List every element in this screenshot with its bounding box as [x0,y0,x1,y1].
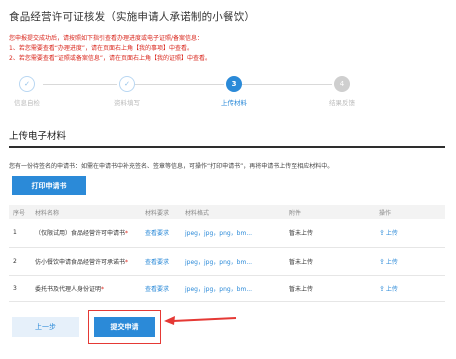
view-requirement-link[interactable]: 查看要求 [145,259,169,266]
upload-icon: ⇪ [379,229,385,238]
step-3-label: 上传材料 [221,99,247,107]
table-header-row: 序号 材料名称 材料要求 材料格式 附件 操作 [9,205,445,219]
header-index: 序号 [9,205,31,219]
upload-button[interactable]: ⇪上传 [379,229,398,238]
table-row: 3 委托书及代理人身份证明* 查看要求 jpeg，jpg，png，bm... 暂… [9,275,445,302]
page-title: 食品经营许可证核发（实施申请人承诺制的小餐饮） [9,11,256,23]
step-2-check-icon: ✓ [119,76,135,92]
required-marker: * [125,258,129,266]
material-name-text: （仅限试用）食品经营许可申请书 [35,230,126,238]
progress-steps: ✓ 信息自检 ✓ 资料填写 3 上传材料 4 结果反馈 [0,76,456,112]
annotation-arrow-icon [164,316,237,325]
material-name-text: 仿小餐饮申请食品经营许可承诺书 [35,258,126,266]
section-divider [9,146,445,148]
notice-line-3: 2、若您需要查看“证照或备案信息”，请在页面右上角【我的证照】中查看。 [9,55,212,62]
header-format: 材料格式 [181,205,285,219]
required-marker: * [125,230,129,238]
print-application-button[interactable]: 打印申请书 [12,176,86,195]
row-index: 3 [9,275,31,302]
row-material-name: （仅限试用）食品经营许可申请书* [31,219,141,248]
materials-table: 序号 材料名称 材料要求 材料格式 附件 操作 1 （仅限试用）食品经营许可申请… [9,205,445,302]
table-row: 1 （仅限试用）食品经营许可申请书* 查看要求 jpeg，jpg，png，bm.… [9,219,445,248]
view-requirement-link[interactable]: 查看要求 [145,286,169,293]
previous-step-button[interactable]: 上一步 [12,317,79,337]
format-list: jpeg，jpg，png，bm... [185,285,253,293]
notice-line-1: 您申报提交成功后，请按照如下指引查看办理进度或电子证照/备案信息： [9,35,204,42]
section-title: 上传电子材料 [9,131,67,142]
step-2-label: 资料填写 [114,99,140,107]
header-attachment: 附件 [285,205,375,219]
upload-label: 上传 [385,285,398,293]
step-connector [135,84,224,85]
header-requirement: 材料要求 [141,205,181,219]
attachment-status: 暂未上传 [285,275,375,302]
step-1-check-icon: ✓ [19,76,35,92]
notice-line-2: 1、若您需要查看“办理进度”，请在页面右上角【我的事项】中查看。 [9,45,194,52]
required-marker: * [101,285,105,293]
header-name: 材料名称 [31,205,141,219]
upload-label: 上传 [385,258,398,266]
step-1-label: 信息自检 [14,99,40,107]
format-list: jpeg，jpg，png，bm... [185,258,253,266]
row-index: 1 [9,219,31,248]
step-4-number: 4 [334,76,350,92]
step-connector [242,84,332,85]
attachment-status: 暂未上传 [285,247,375,276]
attachment-status: 暂未上传 [285,219,375,248]
upload-icon: ⇪ [379,284,385,293]
step-3-number: 3 [226,76,242,92]
material-name-text: 委托书及代理人身份证明 [35,285,102,293]
step-connector [43,84,117,85]
upload-label: 上传 [385,230,398,238]
header-action: 操作 [375,205,445,219]
print-hint: 您有一份待签名的申请书：如需在申请书中补充签名、签章等信息，可操作“打印申请书”… [9,163,334,170]
view-requirement-link[interactable]: 查看要求 [145,230,169,237]
upload-button[interactable]: ⇪上传 [379,257,398,266]
table-row: 2 仿小餐饮申请食品经营许可承诺书* 查看要求 jpeg，jpg，png，bm.… [9,247,445,276]
step-4-label: 结果反馈 [329,99,355,107]
format-list: jpeg，jpg，png，bm... [185,230,253,238]
row-index: 2 [9,247,31,276]
upload-button[interactable]: ⇪上传 [379,284,398,293]
row-material-name: 仿小餐饮申请食品经营许可承诺书* [31,247,141,276]
upload-icon: ⇪ [379,257,385,266]
row-material-name: 委托书及代理人身份证明* [31,275,141,302]
submit-application-button[interactable]: 提交申请 [94,317,155,337]
notice-block: 您申报提交成功后，请按照如下指引查看办理进度或电子证照/备案信息： 1、若您需要… [9,34,211,64]
